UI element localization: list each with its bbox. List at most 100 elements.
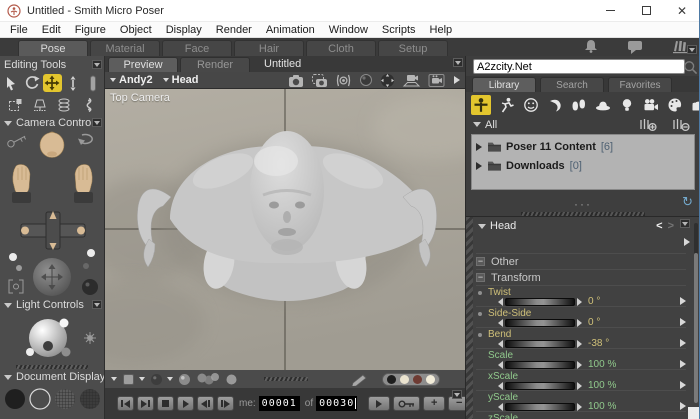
dial-increment-arrow[interactable]	[577, 402, 582, 411]
room-tab-setup[interactable]: Setup	[378, 40, 448, 56]
dial-decrement-arrow[interactable]	[498, 318, 503, 327]
style-bar-drag-handle[interactable]	[264, 377, 308, 381]
dial-increment-arrow[interactable]	[577, 360, 582, 369]
dial-increment-arrow[interactable]	[577, 339, 582, 348]
select-camera-icon[interactable]	[335, 73, 352, 88]
expressions-category-button[interactable]	[522, 96, 539, 113]
collapse-icon[interactable]	[4, 302, 12, 308]
rotate-tool-button[interactable]	[22, 74, 41, 92]
loop-play-button[interactable]	[368, 396, 391, 411]
dial-track[interactable]	[505, 381, 575, 390]
first-frame-button[interactable]	[117, 396, 134, 411]
props-category-button[interactable]	[594, 96, 611, 113]
library-item-poser-11-content[interactable]: Poser 11 Content [6]	[472, 137, 694, 156]
camera-controls-menu-button[interactable]	[92, 118, 102, 127]
add-keyframe-button[interactable]	[393, 396, 421, 411]
transport-menu-button[interactable]	[452, 390, 462, 399]
bodypart-select-dropdown[interactable]: Head	[162, 74, 199, 86]
library-tab-favorites[interactable]: Favorites	[608, 77, 672, 92]
trackball-icon[interactable]	[380, 73, 395, 88]
edit-colors-button[interactable]	[350, 372, 370, 386]
minimize-button[interactable]	[592, 0, 628, 21]
translate-in-out-tool-button[interactable]	[63, 74, 82, 92]
scale-tool-button[interactable]	[6, 96, 25, 114]
background-color-swatch[interactable]	[400, 374, 409, 384]
dial-decrement-arrow[interactable]	[498, 339, 503, 348]
menu-file[interactable]: File	[3, 24, 35, 36]
prev-frame-button[interactable]	[197, 396, 214, 411]
right-panel-menu-button[interactable]	[687, 45, 697, 54]
smooth-shade-dropdown[interactable]	[167, 373, 191, 386]
shadow-dropdown[interactable]	[139, 373, 163, 386]
prev-actor-button[interactable]: <	[656, 220, 662, 232]
poses-category-button[interactable]	[498, 96, 515, 113]
panel-drag-handle[interactable]	[16, 365, 88, 369]
dial-menu-arrow[interactable]	[680, 381, 686, 389]
figures-category-button[interactable]	[471, 94, 491, 115]
view-tab-render[interactable]: Render	[180, 57, 250, 72]
hair-category-button[interactable]	[546, 96, 563, 113]
dial-track[interactable]	[505, 297, 575, 306]
dial-menu-arrow[interactable]	[680, 339, 686, 347]
play-button[interactable]	[177, 396, 194, 411]
dial-increment-arrow[interactable]	[577, 318, 582, 327]
chain-break-tool-button[interactable]	[79, 96, 98, 114]
menu-edit[interactable]: Edit	[35, 24, 68, 36]
view-tab-preview[interactable]: Preview	[108, 57, 178, 72]
current-frame-field[interactable]: 00001	[258, 396, 300, 411]
taper-tool-button[interactable]	[30, 96, 49, 114]
more-cameras-arrow[interactable]	[454, 76, 460, 84]
room-tab-pose[interactable]: Pose	[18, 40, 88, 56]
dial-menu-arrow[interactable]	[680, 402, 686, 410]
select-tool-button[interactable]	[2, 74, 21, 92]
single-style-sphere[interactable]	[225, 373, 238, 386]
content-button[interactable]	[671, 38, 688, 54]
display-style-panel[interactable]	[2, 386, 103, 412]
collapse-icon[interactable]	[4, 120, 12, 126]
close-button[interactable]: ✕	[664, 0, 700, 21]
dial-decrement-arrow[interactable]	[498, 402, 503, 411]
materials-category-button[interactable]	[666, 96, 683, 113]
document-tab[interactable]: Untitled	[264, 58, 301, 70]
depth-cue-dropdown[interactable]	[111, 373, 135, 386]
multi-style-cluster[interactable]	[195, 372, 221, 387]
menu-window[interactable]: Window	[322, 24, 375, 36]
stop-button[interactable]	[157, 396, 174, 411]
tabs-overflow-arrow[interactable]	[684, 238, 690, 246]
room-tab-cloth[interactable]: Cloth	[306, 40, 376, 56]
expand-arrow-icon[interactable]	[476, 161, 482, 170]
photo-camera-icon[interactable]	[288, 73, 304, 88]
figure-select-dropdown[interactable]: Andy2	[110, 74, 153, 86]
more-results[interactable]: ···	[466, 196, 700, 212]
dial-increment-arrow[interactable]	[577, 381, 582, 390]
tool-indicator-capsule[interactable]	[84, 74, 103, 92]
room-tab-hair[interactable]: Hair	[234, 40, 304, 56]
library-item-downloads[interactable]: Downloads [0]	[472, 156, 694, 175]
viewport-3d[interactable]: Top Camera	[105, 88, 465, 370]
light-controls-panel[interactable]	[2, 312, 103, 364]
dial-decrement-arrow[interactable]	[498, 381, 503, 390]
dial-menu-arrow[interactable]	[680, 297, 686, 305]
parameters-menu-button[interactable]	[680, 219, 690, 228]
hands-category-button[interactable]	[570, 96, 587, 113]
add-frames-button[interactable]: +	[423, 396, 446, 411]
menu-render[interactable]: Render	[209, 24, 259, 36]
scrollbar-thumb[interactable]	[694, 253, 698, 403]
shadow-color-swatch[interactable]	[413, 374, 422, 384]
camera-name-label[interactable]: Top Camera	[110, 92, 170, 104]
dial-increment-arrow[interactable]	[577, 297, 582, 306]
dolly-camera-icon[interactable]	[402, 73, 421, 88]
editing-tools-menu-button[interactable]	[92, 60, 102, 69]
orbit-sphere-icon[interactable]	[359, 73, 373, 87]
library-tab-search[interactable]: Search	[540, 77, 604, 92]
dial-decrement-arrow[interactable]	[498, 360, 503, 369]
dial-track[interactable]	[505, 360, 575, 369]
parameter-group-other[interactable]: − Other	[476, 253, 686, 269]
last-frame-button[interactable]	[137, 396, 154, 411]
menu-scripts[interactable]: Scripts	[375, 24, 423, 36]
dial-track[interactable]	[505, 339, 575, 348]
dial-menu-arrow[interactable]	[680, 360, 686, 368]
cameras-category-button[interactable]	[642, 96, 659, 113]
resize-grip[interactable]	[688, 407, 699, 419]
dial-decrement-arrow[interactable]	[498, 297, 503, 306]
